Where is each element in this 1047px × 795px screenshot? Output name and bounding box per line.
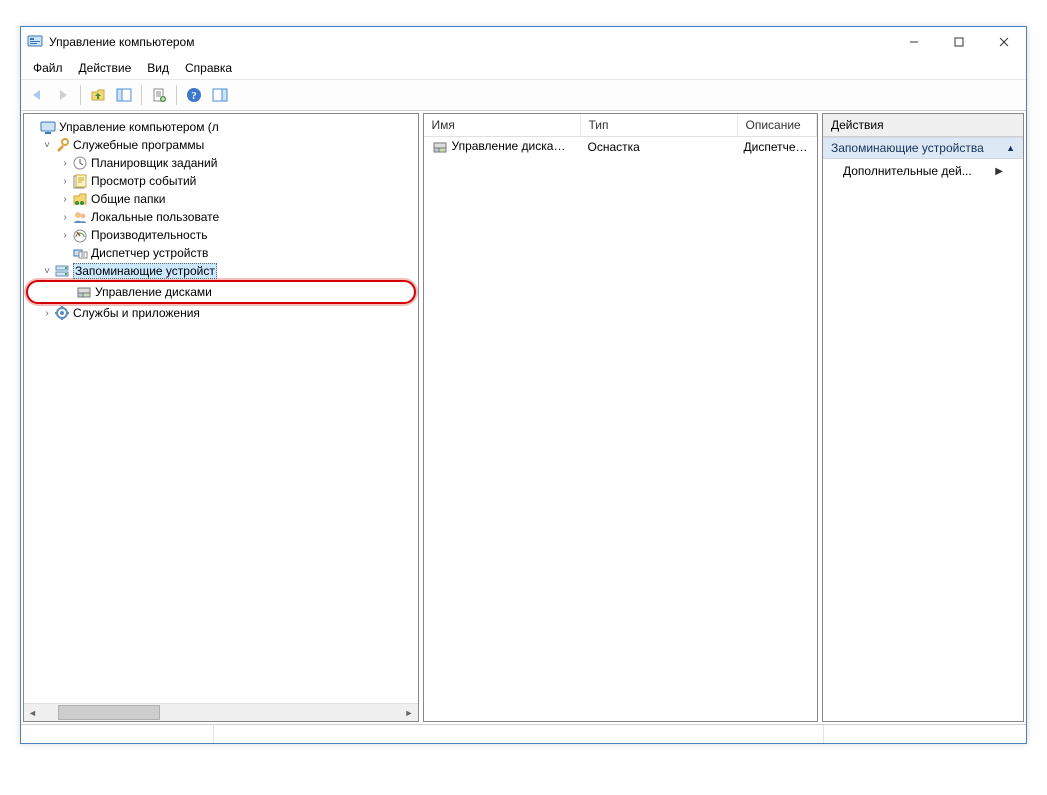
list-header: Имя Тип Описание xyxy=(424,114,818,137)
chevron-right-icon: ▶ xyxy=(995,166,1003,177)
scroll-left-arrow[interactable]: ◄ xyxy=(24,704,41,721)
scroll-right-arrow[interactable]: ► xyxy=(401,704,418,721)
maximize-button[interactable] xyxy=(936,27,981,57)
status-bar xyxy=(21,724,1026,743)
app-icon xyxy=(27,34,43,50)
tree-label: Диспетчер устройств xyxy=(91,246,208,260)
expand-icon[interactable]: › xyxy=(58,158,72,169)
tree-label: Запоминающие устройст xyxy=(73,263,217,279)
forward-button[interactable] xyxy=(51,83,75,107)
expand-icon[interactable]: › xyxy=(58,194,72,205)
tree-disk-management[interactable]: Управление дисками xyxy=(26,280,416,304)
status-segment xyxy=(214,725,824,743)
column-header-type[interactable]: Тип xyxy=(581,114,738,136)
list-cell-desc: Диспетчер виртуальны... xyxy=(736,140,818,154)
users-icon xyxy=(72,209,88,225)
help-button[interactable]: ? xyxy=(182,83,206,107)
menu-file[interactable]: Файл xyxy=(25,59,71,77)
title-bar: Управление компьютером xyxy=(21,27,1026,57)
collapse-icon[interactable]: ˅ xyxy=(40,266,54,277)
tools-icon xyxy=(54,137,70,153)
cell-text: Управление дисками... xyxy=(452,139,579,153)
tree-system-tools[interactable]: ˅ Служебные программы xyxy=(24,136,418,154)
status-segment xyxy=(21,725,214,743)
disk-mgmt-icon xyxy=(76,284,92,300)
tree-label: Планировщик заданий xyxy=(91,156,217,170)
result-list-pane: Имя Тип Описание Управление дисками... О… xyxy=(423,113,819,722)
tree-label: Просмотр событий xyxy=(91,174,196,188)
app-window: Управление компьютером Файл Действие Вид… xyxy=(20,26,1027,744)
shared-folder-icon xyxy=(72,191,88,207)
menu-help[interactable]: Справка xyxy=(177,59,240,77)
list-cell-type: Оснастка xyxy=(580,140,736,154)
tree-performance[interactable]: › Производительность xyxy=(24,226,418,244)
collapse-up-icon[interactable]: ▲ xyxy=(1006,143,1015,153)
column-header-description[interactable]: Описание xyxy=(738,114,818,136)
services-icon xyxy=(54,305,70,321)
tree-storage[interactable]: ˅ Запоминающие устройст xyxy=(24,262,418,280)
console-tree-pane: Управление компьютером (л ˅ Служебные пр… xyxy=(23,113,419,722)
menu-action[interactable]: Действие xyxy=(71,59,140,77)
device-mgr-icon xyxy=(72,245,88,261)
export-list-button[interactable] xyxy=(147,83,171,107)
back-button[interactable] xyxy=(25,83,49,107)
list-body[interactable]: Управление дисками... Оснастка Диспетчер… xyxy=(424,137,818,721)
tree-label: Службы и приложения xyxy=(73,306,200,320)
toolbar-separator xyxy=(80,85,81,105)
tree-label: Общие папки xyxy=(91,192,165,206)
actions-section-header[interactable]: Запоминающие устройства ▲ xyxy=(823,137,1023,159)
performance-icon xyxy=(72,227,88,243)
scroll-thumb[interactable] xyxy=(58,705,160,720)
actions-pane: Действия Запоминающие устройства ▲ Допол… xyxy=(822,113,1024,722)
tree-label: Управление дисками xyxy=(95,285,212,299)
menu-view[interactable]: Вид xyxy=(139,59,177,77)
actions-more-link[interactable]: Дополнительные дей... ▶ xyxy=(823,159,1023,183)
expand-icon[interactable]: › xyxy=(40,308,54,319)
tree-label: Производительность xyxy=(91,228,207,242)
tree-label: Локальные пользовате xyxy=(91,210,219,224)
menu-bar: Файл Действие Вид Справка xyxy=(21,57,1026,79)
tree-shared-folders[interactable]: › Общие папки xyxy=(24,190,418,208)
show-action-pane-button[interactable] xyxy=(208,83,232,107)
tree-label: Управление компьютером (л xyxy=(59,120,219,134)
list-cell-name: Управление дисками... xyxy=(424,139,580,155)
column-header-name[interactable]: Имя xyxy=(424,114,581,136)
tree-local-users[interactable]: › Локальные пользовате xyxy=(24,208,418,226)
tree-horizontal-scrollbar[interactable]: ◄ ► xyxy=(24,703,418,721)
expand-icon[interactable]: › xyxy=(58,212,72,223)
list-row[interactable]: Управление дисками... Оснастка Диспетчер… xyxy=(424,137,818,157)
clock-icon xyxy=(72,155,88,171)
toolbar: ? xyxy=(21,79,1026,111)
console-tree[interactable]: Управление компьютером (л ˅ Служебные пр… xyxy=(24,116,418,703)
event-log-icon xyxy=(72,173,88,189)
tree-event-viewer[interactable]: › Просмотр событий xyxy=(24,172,418,190)
actions-section-label: Запоминающие устройства xyxy=(831,141,984,155)
tree-device-manager[interactable]: Диспетчер устройств xyxy=(24,244,418,262)
svg-text:?: ? xyxy=(191,90,197,102)
up-folder-button[interactable] xyxy=(86,83,110,107)
tree-label: Служебные программы xyxy=(73,138,204,152)
disk-mgmt-icon xyxy=(432,139,448,155)
status-segment xyxy=(824,725,1026,743)
window-title: Управление компьютером xyxy=(49,35,891,49)
show-hide-tree-button[interactable] xyxy=(112,83,136,107)
client-area: Управление компьютером (л ˅ Служебные пр… xyxy=(21,111,1026,724)
tree-services-apps[interactable]: › Службы и приложения xyxy=(24,304,418,322)
toolbar-separator xyxy=(141,85,142,105)
close-button[interactable] xyxy=(981,27,1026,57)
tree-task-scheduler[interactable]: › Планировщик заданий xyxy=(24,154,418,172)
storage-icon xyxy=(54,263,70,279)
toolbar-separator xyxy=(176,85,177,105)
actions-pane-title: Действия xyxy=(823,114,1023,137)
window-controls xyxy=(891,27,1026,57)
tree-root[interactable]: Управление компьютером (л xyxy=(24,118,418,136)
expand-icon[interactable]: › xyxy=(58,176,72,187)
computer-mgmt-icon xyxy=(40,119,56,135)
actions-link-label: Дополнительные дей... xyxy=(843,164,972,178)
collapse-icon[interactable]: ˅ xyxy=(40,140,54,151)
expand-icon[interactable]: › xyxy=(58,230,72,241)
minimize-button[interactable] xyxy=(891,27,936,57)
